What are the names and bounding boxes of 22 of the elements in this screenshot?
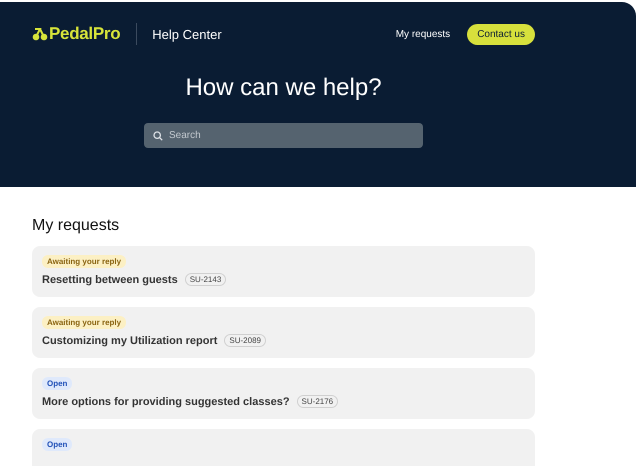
ticket-id: SU-2176 [296,395,338,408]
status-badge: Open [42,377,72,390]
contact-button[interactable]: Contact us [467,24,535,44]
request-card[interactable]: Awaiting your reply Customizing my Utilization report SU-2089 [32,307,535,358]
ticket-id: SU-2089 [224,334,266,347]
request-card[interactable]: Open More options for providing suggested classes? SU-2176 [32,368,535,419]
status-badge: Open [42,438,72,451]
status-badge: Awaiting your reply [42,255,126,268]
request-card[interactable]: Open [32,429,535,466]
request-title: More options for providing suggested classes? [42,396,290,408]
search-field[interactable]: Search [144,123,423,148]
section-heading: My requests [32,217,120,235]
section-title: Help Center [152,26,222,42]
request-title: Resetting between guests [42,274,178,286]
request-title: Customizing my Utilization report [42,334,218,346]
bicycle-icon [32,27,48,41]
logo-text: PedalPro [49,24,120,44]
request-card[interactable]: Awaiting your reply Resetting between guests SU-2143 [32,246,535,297]
hero-title: How can we help? [184,74,383,102]
my-requests-link[interactable]: My requests [396,28,450,40]
ticket-id: SU-2143 [184,273,226,286]
status-badge: Awaiting your reply [42,316,126,329]
